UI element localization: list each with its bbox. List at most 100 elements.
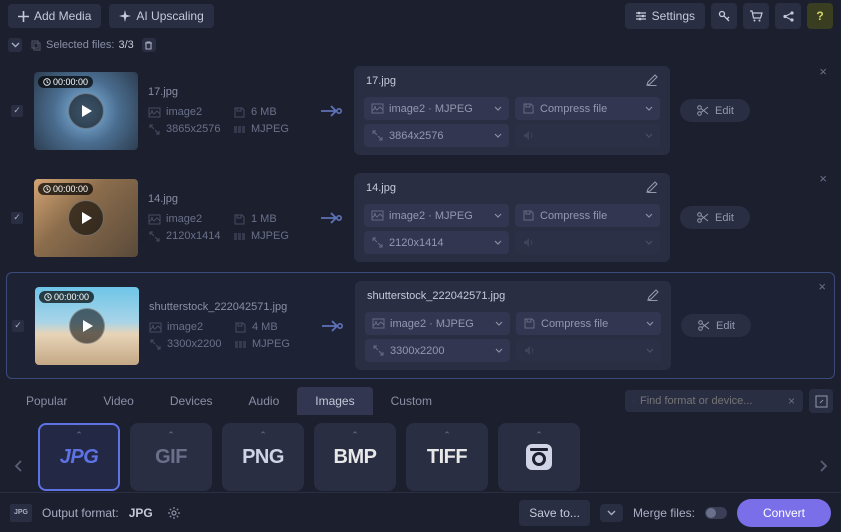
clock-icon: [44, 293, 52, 301]
expand-panel-button[interactable]: [809, 389, 833, 413]
merge-files-label: Merge files:: [633, 506, 695, 520]
save-icon: [234, 321, 247, 334]
dest-dimensions-dropdown[interactable]: 3300x2200: [365, 339, 510, 362]
dest-compress-dropdown[interactable]: Compress file: [515, 204, 660, 227]
file-row[interactable]: ✓ 00:00:00 14.jpg image2 1 MB 2120x1414 …: [6, 165, 835, 270]
add-media-button[interactable]: Add Media: [8, 4, 101, 28]
edit-button[interactable]: Edit: [680, 206, 750, 229]
rename-button[interactable]: [645, 181, 658, 194]
file-checkbox[interactable]: ✓: [12, 320, 24, 332]
category-tabs-row: PopularVideoDevicesAudioImagesCustom ×: [0, 381, 841, 415]
dest-filename: 17.jpg: [366, 75, 396, 87]
format-tile-social-networking[interactable]: ⌃: [498, 423, 580, 491]
help-button[interactable]: ?: [807, 3, 833, 29]
save-to-button[interactable]: Save to...: [519, 500, 590, 526]
remove-file-button[interactable]: ×: [819, 171, 827, 186]
dest-container-value: image2 · MJPEG: [389, 103, 473, 115]
convert-arrow-icon: [318, 211, 344, 225]
edit-button[interactable]: Edit: [681, 314, 751, 337]
format-tile-png[interactable]: ⌃ PNG: [222, 423, 304, 491]
dest-container-dropdown[interactable]: image2 · MJPEG: [364, 204, 509, 227]
scissors-icon: [697, 319, 710, 332]
dest-compress-value: Compress file: [540, 210, 607, 222]
remove-file-button[interactable]: ×: [819, 64, 827, 79]
file-thumbnail[interactable]: 00:00:00: [34, 179, 138, 257]
dest-dimensions-value: 3864x2576: [389, 130, 443, 142]
file-codec: MJPEG: [252, 338, 290, 350]
file-checkbox[interactable]: ✓: [11, 212, 23, 224]
category-tab-audio[interactable]: Audio: [231, 387, 298, 415]
dest-compress-value: Compress file: [540, 103, 607, 115]
save-to-label: Save to...: [529, 506, 580, 520]
ai-upscaling-button[interactable]: AI Upscaling: [109, 4, 213, 28]
ai-upscaling-label: AI Upscaling: [136, 9, 203, 23]
save-to-dropdown[interactable]: [600, 504, 623, 522]
key-button[interactable]: [711, 3, 737, 29]
format-tile-tiff[interactable]: ⌃ TIFF: [406, 423, 488, 491]
scissors-icon: [696, 104, 709, 117]
resize-icon: [148, 123, 161, 136]
file-size: 1 MB: [251, 213, 277, 225]
file-thumbnail[interactable]: 00:00:00: [34, 72, 138, 150]
save-icon: [522, 209, 535, 222]
selected-bar: Selected files: 3/3: [0, 32, 841, 58]
image-icon: [148, 213, 161, 226]
rename-button[interactable]: [645, 74, 658, 87]
convert-label: Convert: [763, 506, 805, 520]
settings-button[interactable]: Settings: [625, 3, 705, 29]
expand-all-button[interactable]: [8, 38, 22, 52]
play-button[interactable]: [68, 200, 104, 236]
format-tile-jpg[interactable]: ⌃ JPG: [38, 423, 120, 491]
file-row[interactable]: ✓ 00:00:00 shutterstock_222042571.jpg im…: [6, 272, 835, 379]
save-icon: [522, 102, 535, 115]
audio-icon: [522, 129, 535, 142]
cart-button[interactable]: [743, 3, 769, 29]
dest-compress-dropdown[interactable]: Compress file: [515, 97, 660, 120]
category-tab-devices[interactable]: Devices: [152, 387, 231, 415]
category-tab-images[interactable]: Images: [297, 387, 372, 415]
search-input[interactable]: [640, 395, 782, 407]
format-search[interactable]: ×: [625, 390, 803, 412]
codec-icon: [234, 338, 247, 351]
cart-icon: [749, 9, 763, 23]
file-row[interactable]: ✓ 00:00:00 17.jpg image2 6 MB 3865x2576 …: [6, 58, 835, 163]
merge-files-toggle[interactable]: [705, 507, 727, 519]
remove-file-button[interactable]: ×: [818, 279, 826, 294]
dest-audio-dropdown: [515, 124, 660, 147]
question-icon: ?: [816, 9, 823, 23]
share-button[interactable]: [775, 3, 801, 29]
dest-compress-dropdown[interactable]: Compress file: [516, 312, 661, 335]
dest-filename: shutterstock_222042571.jpg: [367, 290, 505, 302]
play-button[interactable]: [69, 308, 105, 344]
format-logo: BMP: [334, 446, 377, 469]
topbar-icons: Settings ?: [625, 3, 833, 29]
edit-button[interactable]: Edit: [680, 99, 750, 122]
play-button[interactable]: [68, 93, 104, 129]
format-prev-button[interactable]: [8, 432, 28, 500]
format-next-button[interactable]: [813, 432, 833, 500]
category-tab-custom[interactable]: Custom: [373, 387, 450, 415]
dest-filename: 14.jpg: [366, 182, 396, 194]
dest-container-dropdown[interactable]: image2 · MJPEG: [364, 97, 509, 120]
category-tab-popular[interactable]: Popular: [8, 387, 85, 415]
file-checkbox[interactable]: ✓: [11, 105, 23, 117]
save-icon: [233, 106, 246, 119]
chevron-up-icon: ⌃: [443, 430, 451, 441]
clear-search-button[interactable]: ×: [788, 394, 795, 408]
sliders-icon: [635, 10, 647, 22]
rename-button[interactable]: [646, 289, 659, 302]
output-settings-button[interactable]: [163, 502, 185, 524]
dest-dimensions-dropdown[interactable]: 3864x2576: [364, 124, 509, 147]
category-tab-video[interactable]: Video: [85, 387, 151, 415]
trash-button[interactable]: [142, 38, 156, 52]
format-tile-gif[interactable]: ⌃ GIF: [130, 423, 212, 491]
edit-label: Edit: [715, 212, 734, 224]
dest-dimensions-dropdown[interactable]: 2120x1414: [364, 231, 509, 254]
convert-button[interactable]: Convert: [737, 499, 831, 527]
convert-arrow-icon: [318, 104, 344, 118]
file-thumbnail[interactable]: 00:00:00: [35, 287, 139, 365]
file-name: shutterstock_222042571.jpg: [149, 301, 309, 313]
dest-container-dropdown[interactable]: image2 · MJPEG: [365, 312, 510, 335]
bottombar: JPG Output format: JPG Save to... Merge …: [0, 492, 841, 532]
format-tile-bmp[interactable]: ⌃ BMP: [314, 423, 396, 491]
